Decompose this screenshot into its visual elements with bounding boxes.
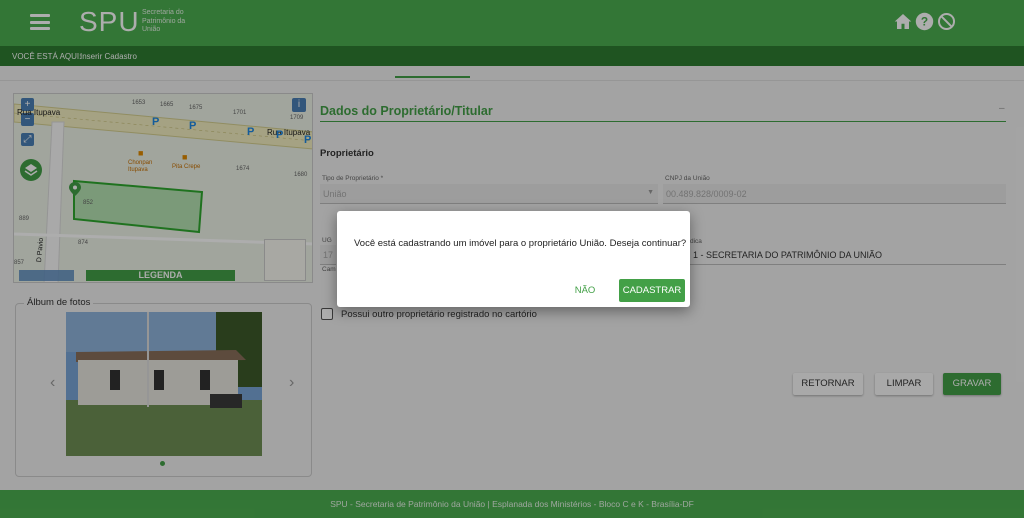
dialog-message: Você está cadastrando um imóvel para o p… (354, 238, 687, 249)
cadastrar-button[interactable]: CADASTRAR (619, 279, 685, 302)
nao-button[interactable]: NÃO (568, 280, 602, 301)
confirm-dialog: Você está cadastrando um imóvel para o p… (337, 211, 690, 307)
